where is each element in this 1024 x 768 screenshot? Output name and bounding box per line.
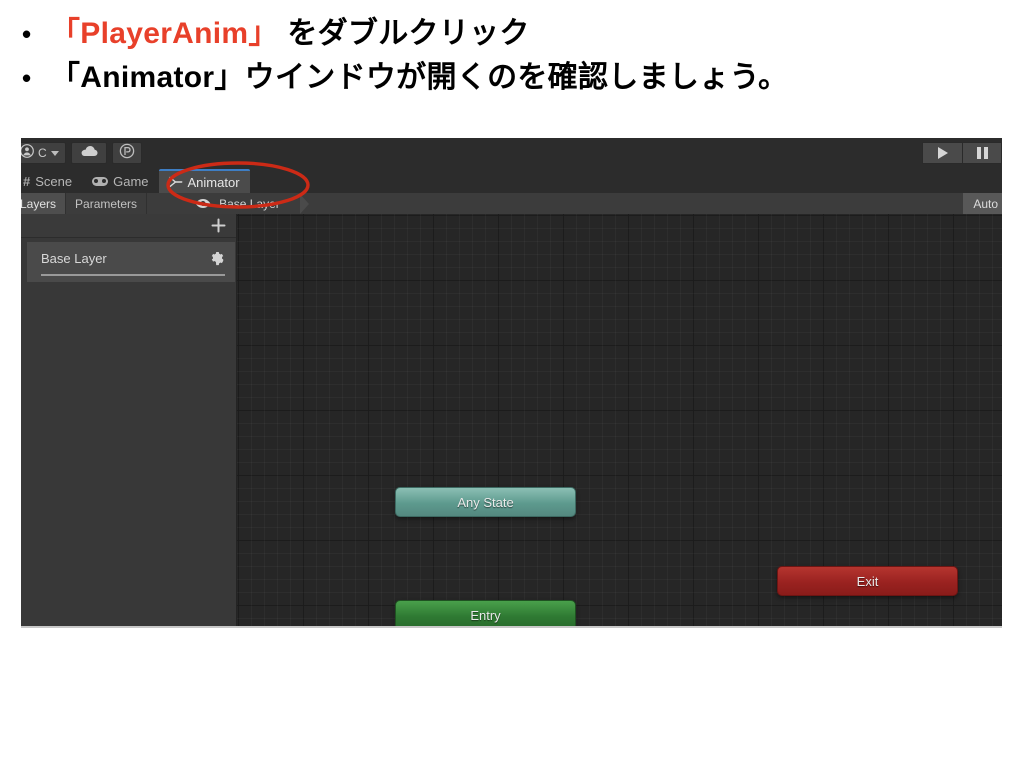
animator-breadcrumb-bar: Layers Parameters Base Layer Auto xyxy=(21,193,1002,214)
gear-icon[interactable] xyxy=(210,251,225,266)
unity-toolbar: C xyxy=(21,138,1002,168)
tab-game-label: Game xyxy=(113,173,149,189)
pause-icon xyxy=(976,147,988,159)
unity-editor-window: C # Scene Game Animator Layers Parameter… xyxy=(21,138,1002,628)
layer-row-top: Base Layer xyxy=(41,249,225,269)
tab-game[interactable]: Game xyxy=(82,169,158,193)
auto-live-link-button[interactable]: Auto xyxy=(963,193,1002,214)
toolbar-left-group: C xyxy=(21,138,147,168)
breadcrumb-base-layer[interactable]: Base Layer xyxy=(219,197,280,211)
tab-scene-label: Scene xyxy=(35,173,73,189)
tab-animator-label: Animator xyxy=(187,174,240,190)
highlighted-term-playeranim: 「PlayerAnim」 xyxy=(50,17,279,50)
layer-name-label: Base Layer xyxy=(41,251,107,266)
play-icon xyxy=(937,147,948,159)
state-node-label: Any State xyxy=(457,494,514,510)
account-button[interactable]: C xyxy=(21,142,66,164)
chevron-right-icon xyxy=(299,193,309,214)
grid-hash-icon: # xyxy=(23,173,31,189)
dock-tab-bar: # Scene Game Animator xyxy=(21,168,1002,193)
play-button[interactable] xyxy=(922,142,962,164)
state-node-entry[interactable]: Entry xyxy=(395,600,576,626)
bullet-text-2: 「Animator」ウインドウが開くのを確認しましょう。 xyxy=(50,61,789,94)
person-icon xyxy=(21,143,34,163)
plastic-scm-icon xyxy=(119,143,135,164)
bullet-marker: • xyxy=(22,63,32,93)
layer-item-base-layer[interactable]: Base Layer xyxy=(27,242,235,282)
tab-scene[interactable]: # Scene xyxy=(21,169,82,193)
auto-label: Auto xyxy=(973,196,998,211)
gamepad-icon xyxy=(92,176,109,186)
eye-icon[interactable] xyxy=(195,198,211,209)
cloud-icon xyxy=(80,144,98,162)
cloud-services-button[interactable] xyxy=(70,142,107,164)
bullet-marker: • xyxy=(22,19,32,49)
bullet-item-2: • 「Animator」ウインドウが開くのを確認しましょう。 xyxy=(22,58,788,98)
state-node-exit[interactable]: Exit xyxy=(777,566,958,596)
breadcrumb[interactable]: Base Layer xyxy=(195,193,309,214)
collab-button[interactable] xyxy=(111,142,142,164)
animator-icon xyxy=(168,176,183,188)
plus-icon[interactable] xyxy=(211,218,226,233)
bullet-text-1-rest: をダブルクリック xyxy=(278,17,530,50)
pause-button[interactable] xyxy=(962,142,1002,164)
subtab-parameters-label: Parameters xyxy=(75,196,138,211)
state-node-label: Exit xyxy=(856,573,879,589)
tab-animator[interactable]: Animator xyxy=(158,169,250,193)
subtab-layers-label: Layers xyxy=(21,196,57,211)
chevron-down-icon[interactable] xyxy=(50,150,59,156)
subtab-layers[interactable]: Layers xyxy=(21,193,66,214)
layer-weight-slider[interactable] xyxy=(41,273,225,276)
divider xyxy=(146,193,148,214)
state-node-label: Entry xyxy=(470,607,501,623)
state-node-any-state[interactable]: Any State xyxy=(395,487,576,517)
bullet-item-1: • 「PlayerAnim」 をダブルクリック xyxy=(22,14,530,54)
animator-state-graph[interactable]: Any State Entry Exit xyxy=(237,214,1002,626)
layers-panel: Base Layer xyxy=(21,214,237,626)
layers-panel-header xyxy=(21,214,236,238)
account-label: C xyxy=(38,146,47,160)
subtab-parameters[interactable]: Parameters xyxy=(66,193,146,214)
bullet-text-1: 「PlayerAnim」 をダブルクリック xyxy=(50,14,530,54)
playback-controls xyxy=(922,138,1002,168)
